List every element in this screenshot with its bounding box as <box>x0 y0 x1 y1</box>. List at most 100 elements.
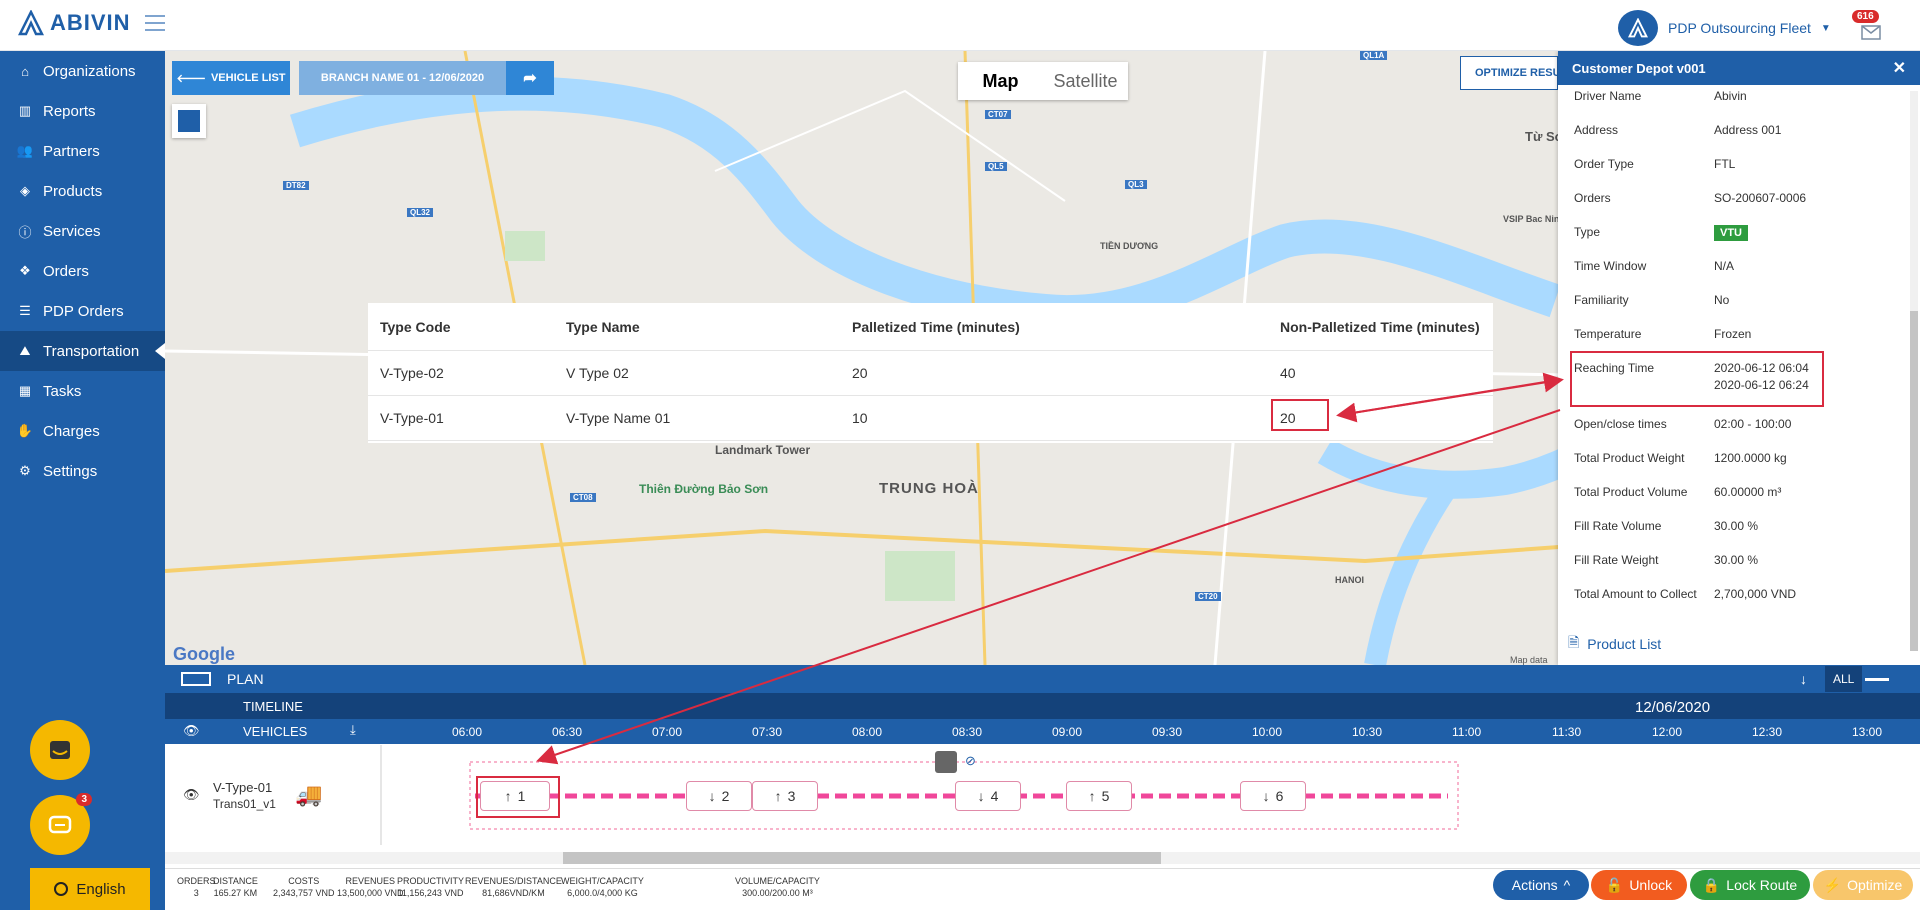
stop-direction-icon: ↑ <box>774 788 782 804</box>
map-label-landmark: Landmark Tower <box>715 443 811 457</box>
table-cell: V Type 02 <box>566 365 629 381</box>
hand-coin-icon: ✋ <box>16 423 34 438</box>
stop-5[interactable]: ↑ 5 <box>1066 781 1132 811</box>
abivin-logo[interactable]: ABIVIN <box>18 10 131 36</box>
optimize-label: Optimize <box>1847 877 1903 893</box>
unlock-button[interactable]: 🔓 Unlock <box>1591 870 1687 900</box>
panel-row-value: 02:00 - 100:00 <box>1714 417 1791 431</box>
sidebar-item-label: Organizations <box>43 62 136 80</box>
value-line: N/A <box>1714 259 1735 273</box>
map-label-tien-duong: TIỀN DƯƠNG <box>1100 241 1159 251</box>
column-header: Non-Palletized Time (minutes) <box>1280 318 1480 335</box>
arrow-down-icon[interactable]: ↓ <box>1800 671 1807 687</box>
chart-icon: ▥ <box>18 103 32 118</box>
all-button[interactable]: ALL <box>1825 666 1863 692</box>
user-name: PDP Outsourcing Fleet <box>1668 20 1811 36</box>
sidebar-item-services[interactable]: ⓘ Services <box>0 211 165 251</box>
sidebar-item-partners[interactable]: 👥 Partners <box>0 131 165 171</box>
panel-row: Address Address 001 <box>1574 123 1781 137</box>
hamburger-menu-icon[interactable] <box>145 15 165 31</box>
stat-value: 2,343,757 VND <box>273 888 335 898</box>
share-button[interactable]: ➦ <box>506 61 554 95</box>
chat-icon <box>48 815 72 834</box>
collapse-button[interactable] <box>1865 677 1889 681</box>
color-square-button[interactable] <box>172 104 206 138</box>
panel-row-key: Type <box>1574 225 1601 239</box>
panel-row-key: Driver Name <box>1574 89 1642 103</box>
panel-row-value: 30.00 % <box>1714 553 1758 567</box>
map-road-ql3: QL3 <box>1125 180 1147 189</box>
sidebar-item-pdp-orders[interactable]: ☰ PDP Orders <box>0 291 165 331</box>
chat-button[interactable]: 3 <box>30 793 92 855</box>
stat-label: VOLUME/CAPACITY <box>735 876 820 886</box>
sidebar-item-tasks[interactable]: ▦ Tasks <box>0 371 165 411</box>
google-logo: Google <box>173 644 235 664</box>
stat-label: WEIGHT/CAPACITY <box>561 876 644 886</box>
map-road-dt82: DT82 <box>283 181 309 190</box>
eye-icon[interactable]: 👁 <box>183 723 200 739</box>
value-line: 60.00000 m³ <box>1714 485 1782 499</box>
chevron-down-icon: ▼ <box>1820 22 1831 34</box>
stop-number: 4 <box>990 788 999 804</box>
plan-header: PLAN ↓ ALL <box>165 665 1920 693</box>
horizontal-scrollbar[interactable] <box>165 852 1920 864</box>
time-tick: 10:30 <box>1352 725 1383 739</box>
avatar <box>1618 10 1658 46</box>
top-bar: ABIVIN PDP Outsourcing Fleet ▼ 616 <box>0 0 1920 51</box>
vehicle-list-button[interactable]: 🡐 VEHICLE LIST <box>172 61 290 95</box>
sidebar-item-transportation[interactable]: ⛰ Transportation <box>0 331 165 371</box>
language-selector[interactable]: English <box>30 868 150 910</box>
tab-map[interactable]: Map <box>958 71 1043 92</box>
language-label: English <box>76 880 126 898</box>
product-list-link[interactable]: 🗎 Product List <box>1568 632 1661 656</box>
sidebar-item-organizations[interactable]: ⌂ Organizations <box>0 51 165 91</box>
lock-route-button[interactable]: 🔒 Lock Route <box>1690 870 1810 900</box>
stat-item: REVENUES 13,500,000 VND <box>337 875 404 899</box>
time-tick: 10:00 <box>1252 725 1283 739</box>
users-icon: 👥 <box>16 143 34 158</box>
scrollbar[interactable] <box>1910 91 1918 651</box>
stat-value: 11,156,243 VND <box>397 888 464 898</box>
color-square-icon <box>178 110 200 132</box>
sidebar-item-orders[interactable]: ❖ Orders <box>0 251 165 291</box>
sidebar-item-products[interactable]: ◈ Products <box>0 171 165 211</box>
close-icon[interactable]: ✕ <box>1893 58 1906 78</box>
download-icon[interactable]: ⤓ <box>350 722 356 738</box>
help-button[interactable] <box>30 720 90 780</box>
stat-label: DISTANCE <box>213 876 258 886</box>
toggle-panel-icon[interactable] <box>181 672 211 686</box>
panel-row-value: Frozen <box>1714 327 1751 341</box>
user-menu[interactable]: PDP Outsourcing Fleet ▼ <box>1618 10 1831 46</box>
highlight-box-reaching-time <box>1570 351 1824 407</box>
stop-3[interactable]: ↑ 3 <box>752 781 818 811</box>
column-header: Palletized Time (minutes) <box>852 318 1020 335</box>
notification-badge: 616 <box>1852 10 1879 23</box>
stop-4[interactable]: ↓ 4 <box>955 781 1021 811</box>
document-icon: 🗎 <box>1568 634 1580 650</box>
box-icon: ◈ <box>20 183 30 198</box>
stop-2[interactable]: ↓ 2 <box>686 781 752 811</box>
sidebar-item-reports[interactable]: ▥ Reports <box>0 91 165 131</box>
panel-row-key: Total Product Weight <box>1574 451 1685 465</box>
time-tick: 08:00 <box>852 725 883 739</box>
panel-row: Fill Rate Volume 30.00 % <box>1574 519 1758 533</box>
sidebar-item-settings[interactable]: ⚙ Settings <box>0 451 165 491</box>
tab-satellite[interactable]: Satellite <box>1043 71 1128 92</box>
notifications[interactable]: 616 <box>1852 10 1882 45</box>
eye-off-icon[interactable]: ⊘ <box>965 753 976 769</box>
stop-6[interactable]: ↓ 6 <box>1240 781 1306 811</box>
brand-name: ABIVIN <box>50 10 131 35</box>
value-line: 02:00 - 100:00 <box>1714 417 1792 431</box>
panel-row-key: Order Type <box>1574 157 1634 171</box>
actions-button[interactable]: Actions ^ <box>1493 870 1589 900</box>
driver-icon[interactable] <box>935 751 957 773</box>
building-icon: ⌂ <box>21 63 29 79</box>
optimize-result-button[interactable]: OPTIMIZE RESULT <box>1460 56 1558 90</box>
optimize-button[interactable]: ⚡ Optimize <box>1813 870 1913 900</box>
eye-icon[interactable]: 👁 <box>183 787 200 803</box>
stat-label: PRODUCTIVITY <box>397 876 465 886</box>
sidebar-item-charges[interactable]: ✋ Charges <box>0 411 165 451</box>
branch-selector[interactable]: BRANCH NAME 01 - 12/06/2020 <box>299 61 506 95</box>
highlight-box-20 <box>1271 399 1329 431</box>
stat-item: VOLUME/CAPACITY 300.00/200.00 M³ <box>735 875 820 899</box>
